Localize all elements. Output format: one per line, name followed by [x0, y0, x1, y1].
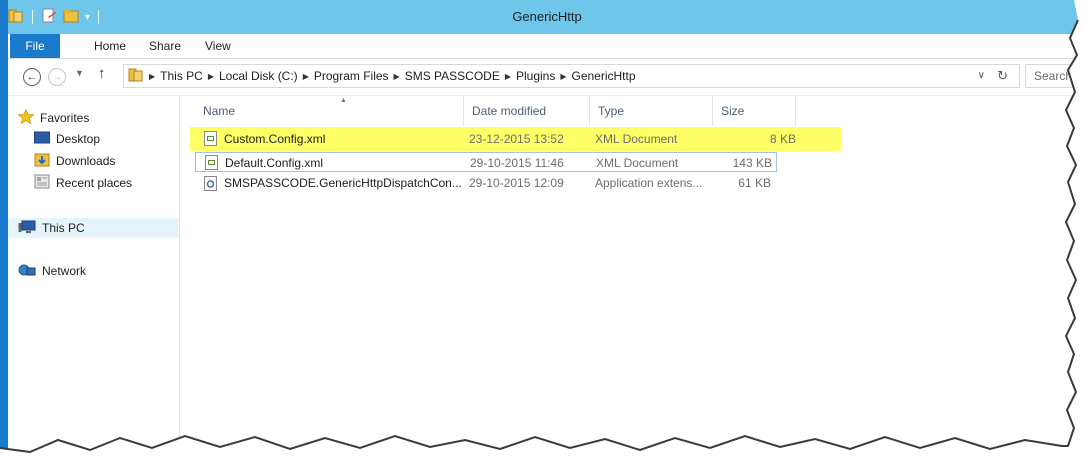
chevron-right-icon[interactable]: ▶ — [560, 72, 566, 81]
recent-places-icon — [34, 174, 50, 192]
network-icon — [18, 263, 36, 280]
address-bar[interactable]: ▶ This PC ▶ Local Disk (C:) ▶ Program Fi… — [123, 64, 1020, 88]
chevron-right-icon[interactable]: ▶ — [505, 72, 511, 81]
chevron-right-icon[interactable]: ▶ — [149, 72, 155, 81]
file-name: Custom.Config.xml — [224, 132, 326, 146]
nav-item-label: Desktop — [56, 132, 101, 146]
tab-home[interactable]: Home — [90, 37, 130, 55]
file-size: 61 KB — [738, 176, 771, 190]
downloads-folder-icon — [34, 152, 50, 170]
file-date: 23-12-2015 13:52 — [469, 132, 564, 146]
column-header-size[interactable]: Size — [713, 96, 796, 126]
window-frame — [0, 0, 8, 464]
breadcrumb-local-disk[interactable]: Local Disk (C:) — [219, 69, 298, 83]
nav-this-pc-label: This PC — [42, 221, 85, 235]
recent-locations-dropdown[interactable]: ▼ — [75, 68, 84, 78]
chevron-down-icon[interactable]: ∨ — [978, 70, 985, 81]
file-date: 29-10-2015 11:46 — [470, 156, 564, 170]
forward-button[interactable]: → — [48, 68, 66, 86]
window-title: GenericHttp — [512, 9, 582, 24]
column-header-name[interactable]: Name ▲ — [195, 96, 464, 126]
star-icon — [17, 108, 35, 127]
nav-item-recent-places[interactable]: Recent places — [34, 173, 132, 193]
nav-item-label: Downloads — [56, 154, 116, 168]
file-list: Name ▲ Date modified Type Size Custom.Co… — [180, 96, 1086, 464]
nav-this-pc[interactable]: This PC — [8, 218, 178, 238]
breadcrumb-this-pc[interactable]: This PC — [160, 69, 203, 83]
file-type: XML Document — [596, 156, 679, 170]
title-bar[interactable]: ▾ GenericHttp — [8, 0, 1086, 34]
file-type: XML Document — [595, 132, 678, 146]
navigation-bar: ← → ▼ ↑ ▶ This PC ▶ Local Disk (C:) ▶ Pr… — [8, 59, 1086, 96]
nav-network[interactable]: Network — [18, 261, 86, 281]
chevron-right-icon[interactable]: ▶ — [303, 72, 309, 81]
chevron-right-icon[interactable]: ▶ — [208, 72, 214, 81]
dll-file-icon — [204, 176, 217, 194]
file-date: 29-10-2015 12:09 — [469, 176, 564, 190]
breadcrumb-program-files[interactable]: Program Files — [314, 69, 389, 83]
column-header-label: Size — [721, 104, 745, 118]
nav-favorites-label: Favorites — [40, 111, 90, 125]
explorer-window: ▾ GenericHttp File Home Share View ← → ▼… — [0, 0, 1086, 464]
file-name: SMSPASSCODE.GenericHttpDispatchCon... — [224, 176, 462, 190]
table-row[interactable]: Default.Config.xml 29-10-2015 11:46 XML … — [195, 152, 777, 172]
refresh-icon[interactable]: ↻ — [997, 68, 1008, 84]
search-input[interactable]: Search — [1025, 64, 1086, 88]
table-row[interactable]: Custom.Config.xml 23-12-2015 13:52 XML D… — [190, 127, 841, 151]
column-header-date-modified[interactable]: Date modified — [464, 96, 590, 126]
forward-arrow-icon: → — [51, 71, 63, 83]
breadcrumb-generichttp[interactable]: GenericHttp — [572, 69, 636, 83]
file-size: 8 KB — [769, 132, 796, 146]
column-header-label: Name — [203, 104, 236, 118]
chevron-right-icon[interactable]: ▶ — [394, 72, 400, 81]
xml-file-icon — [205, 155, 218, 170]
file-name: Default.Config.xml — [225, 156, 324, 170]
column-header-label: Date modified — [472, 104, 547, 118]
breadcrumb: ▶ This PC ▶ Local Disk (C:) ▶ Program Fi… — [128, 65, 636, 87]
computer-icon — [18, 220, 36, 237]
xml-file-icon — [204, 131, 217, 146]
table-row[interactable]: SMSPASSCODE.GenericHttpDispatchCon... 29… — [195, 173, 777, 193]
ribbon: File Home Share View — [8, 34, 1086, 59]
breadcrumb-plugins[interactable]: Plugins — [516, 69, 555, 83]
tab-share[interactable]: Share — [145, 37, 185, 55]
navigation-pane: Favorites Desktop Downloads Recent place… — [8, 96, 180, 464]
nav-item-label: Recent places — [56, 176, 133, 190]
desktop-icon — [34, 131, 50, 147]
breadcrumb-sms-passcode[interactable]: SMS PASSCODE — [405, 69, 500, 83]
nav-item-downloads[interactable]: Downloads — [34, 151, 115, 171]
nav-network-label: Network — [42, 264, 87, 278]
column-header-label: Type — [598, 104, 625, 118]
sort-ascending-icon: ▲ — [340, 97, 347, 104]
folder-icon — [128, 68, 144, 85]
tab-file[interactable]: File — [10, 34, 60, 58]
file-type: Application extens... — [595, 176, 703, 190]
nav-favorites[interactable]: Favorites — [17, 108, 90, 128]
tab-view[interactable]: View — [201, 37, 235, 55]
up-arrow-icon[interactable]: ↑ — [98, 65, 106, 82]
column-header-type[interactable]: Type — [590, 96, 713, 126]
nav-item-desktop[interactable]: Desktop — [34, 129, 100, 149]
back-button[interactable]: ← — [23, 68, 41, 86]
file-size: 143 KB — [732, 156, 772, 170]
back-arrow-icon: ← — [26, 71, 38, 83]
